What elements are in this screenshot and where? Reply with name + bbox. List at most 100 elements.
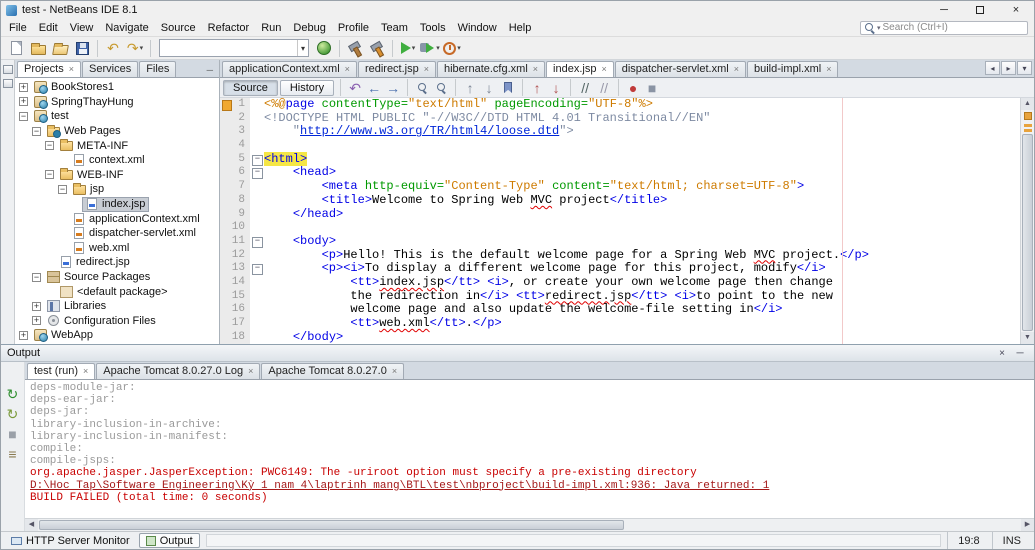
project-configuration-combo[interactable]: ▾ — [159, 39, 309, 57]
close-tab-icon[interactable]: × — [69, 64, 74, 74]
redo-button[interactable]: ↷ ▾ — [124, 37, 146, 59]
tree-node-webapp[interactable]: + WebApp — [15, 328, 219, 343]
editor-tab-redirect.jsp[interactable]: redirect.jsp × — [357, 61, 436, 77]
scroll-tabs-left-icon[interactable]: ◂ — [985, 61, 1000, 75]
minimized-navigator-button[interactable] — [2, 65, 13, 74]
last-edit-button[interactable]: ↶ — [346, 79, 364, 96]
tree-node-redirect.jsp[interactable]: redirect.jsp — [15, 255, 219, 270]
console-file-link[interactable]: D:\Hoc Tap\Software Engineering\Kỳ 1 nam… — [30, 480, 1029, 492]
close-tab-icon[interactable]: × — [601, 64, 606, 74]
editor-tab-hibernate.cfg.xml[interactable]: hibernate.cfg.xml × — [437, 61, 546, 77]
save-all-button[interactable] — [71, 37, 93, 59]
editor-tab-build-impl.xml[interactable]: build-impl.xml × — [746, 61, 839, 77]
tree-node-applicationcontext.xml[interactable]: applicationContext.xml — [15, 211, 219, 226]
tree-node-default-package[interactable]: <default package> — [15, 284, 219, 299]
stop-macro-button[interactable]: ■ — [643, 79, 661, 96]
fold-collapse-icon[interactable] — [250, 234, 264, 249]
explorer-tab-projects[interactable]: Projects × — [17, 61, 82, 77]
collapse-handle-icon[interactable]: − — [45, 141, 54, 151]
scrollbar-thumb[interactable] — [39, 520, 625, 530]
ide-browser-button[interactable] — [313, 37, 335, 59]
menu-run[interactable]: Run — [255, 21, 287, 35]
minimized-window-button[interactable] — [2, 79, 13, 88]
tree-node-web-inf[interactable]: − WEB-INF — [15, 168, 219, 183]
menu-window[interactable]: Window — [452, 21, 503, 35]
scroll-right-icon[interactable]: ▶ — [1021, 519, 1034, 531]
expand-handle-icon[interactable]: + — [19, 330, 28, 340]
build-project-button[interactable] — [344, 37, 366, 59]
close-tab-icon[interactable]: × — [392, 366, 397, 376]
docked-window-output[interactable]: Output — [138, 533, 200, 548]
minimize-output-button[interactable]: ─ — [1012, 348, 1028, 359]
scroll-up-icon[interactable]: ▲ — [1021, 98, 1034, 110]
tree-node-jsp[interactable]: − jsp — [15, 182, 219, 197]
rerun-button[interactable]: ↻ — [4, 386, 22, 401]
previous-error-button[interactable]: ↑ — [528, 79, 546, 96]
close-window-button[interactable]: × — [998, 1, 1034, 19]
menu-refactor[interactable]: Refactor — [202, 21, 256, 35]
expand-handle-icon[interactable]: + — [19, 82, 28, 92]
back-button[interactable]: ← — [365, 79, 383, 96]
toggle-bookmark-button[interactable] — [499, 79, 517, 96]
tree-node-springthayhung[interactable]: + SpringThayHung — [15, 95, 219, 110]
expand-handle-icon[interactable]: + — [32, 301, 41, 311]
output-horizontal-scrollbar[interactable]: ◀ ▶ — [25, 518, 1034, 531]
start-macro-button[interactable]: ● — [624, 79, 642, 96]
tree-node-libraries[interactable]: + Libraries — [15, 299, 219, 314]
editor-tab-index.jsp[interactable]: index.jsp × — [546, 61, 614, 77]
next-bookmark-button[interactable]: ↓ — [480, 79, 498, 96]
menu-source[interactable]: Source — [155, 21, 202, 35]
close-tab-icon[interactable]: × — [533, 64, 538, 74]
close-tab-icon[interactable]: × — [248, 366, 253, 376]
undo-button[interactable]: ↶ — [102, 37, 124, 59]
open-project-button[interactable] — [49, 37, 71, 59]
fold-collapse-icon[interactable] — [250, 262, 264, 276]
menu-file[interactable]: File — [3, 21, 33, 35]
clean-build-project-button[interactable] — [366, 37, 388, 59]
collapse-handle-icon[interactable]: − — [32, 126, 41, 136]
rerun-with-args-button[interactable]: ↻ — [4, 406, 22, 421]
menu-view[interactable]: View — [64, 21, 100, 35]
explorer-tab-services[interactable]: Services — [82, 61, 139, 77]
output-tab-apache-tomcat-8.0.27.0-log[interactable]: Apache Tomcat 8.0.27.0 Log × — [96, 363, 261, 379]
output-tab-apache-tomcat-8.0.27.0[interactable]: Apache Tomcat 8.0.27.0 × — [261, 363, 405, 379]
new-file-button[interactable] — [5, 37, 27, 59]
maximize-window-button[interactable] — [962, 1, 998, 19]
close-tab-icon[interactable]: × — [83, 366, 88, 376]
menu-debug[interactable]: Debug — [287, 21, 331, 35]
quick-search-box[interactable]: ▾ — [860, 20, 1028, 35]
tree-node-configuration-files[interactable]: + Configuration Files — [15, 314, 219, 329]
run-project-button[interactable]: ▾ — [397, 37, 419, 59]
view-button-source[interactable]: Source — [223, 79, 278, 96]
project-tree[interactable]: + BookStores1 + SpringThayHung − test − Web Pag… — [15, 78, 219, 344]
comment-button[interactable]: // — [576, 79, 594, 96]
scroll-down-icon[interactable]: ▼ — [1021, 332, 1034, 344]
output-tab-test-run[interactable]: test (run) × — [27, 363, 96, 379]
forward-button[interactable]: → — [384, 79, 402, 96]
view-button-history[interactable]: History — [279, 79, 335, 96]
uncomment-button[interactable]: // — [595, 79, 613, 96]
debug-project-button[interactable]: ▾ — [419, 37, 441, 59]
collapse-handle-icon[interactable]: − — [19, 111, 28, 121]
fold-collapse-icon[interactable] — [250, 152, 264, 167]
tree-node-web.xml[interactable]: web.xml — [15, 241, 219, 256]
stop-build-button[interactable]: ■ — [4, 426, 22, 441]
previous-bookmark-button[interactable]: ↑ — [461, 79, 479, 96]
tree-node-source-packages[interactable]: − Source Packages — [15, 270, 219, 285]
collapse-handle-icon[interactable]: − — [32, 272, 41, 282]
minimize-window-button[interactable]: ─ — [926, 1, 962, 19]
incremental-search-button[interactable] — [432, 79, 450, 96]
close-tab-icon[interactable]: × — [734, 64, 739, 74]
ant-settings-button[interactable]: ≡ — [4, 446, 22, 461]
close-tab-icon[interactable]: × — [424, 64, 429, 74]
fold-collapse-icon[interactable] — [250, 166, 264, 181]
tree-node-meta-inf[interactable]: − META-INF — [15, 138, 219, 153]
scroll-tabs-right-icon[interactable]: ▸ — [1001, 61, 1016, 75]
menu-help[interactable]: Help — [503, 21, 538, 35]
scrollbar-thumb[interactable] — [1022, 134, 1033, 331]
collapse-handle-icon[interactable]: − — [58, 184, 67, 194]
tree-node-web-pages[interactable]: − Web Pages — [15, 124, 219, 139]
close-tab-icon[interactable]: × — [826, 64, 831, 74]
tab-list-icon[interactable]: ▾ — [1017, 61, 1032, 75]
profile-project-button[interactable]: ▾ — [441, 37, 463, 59]
